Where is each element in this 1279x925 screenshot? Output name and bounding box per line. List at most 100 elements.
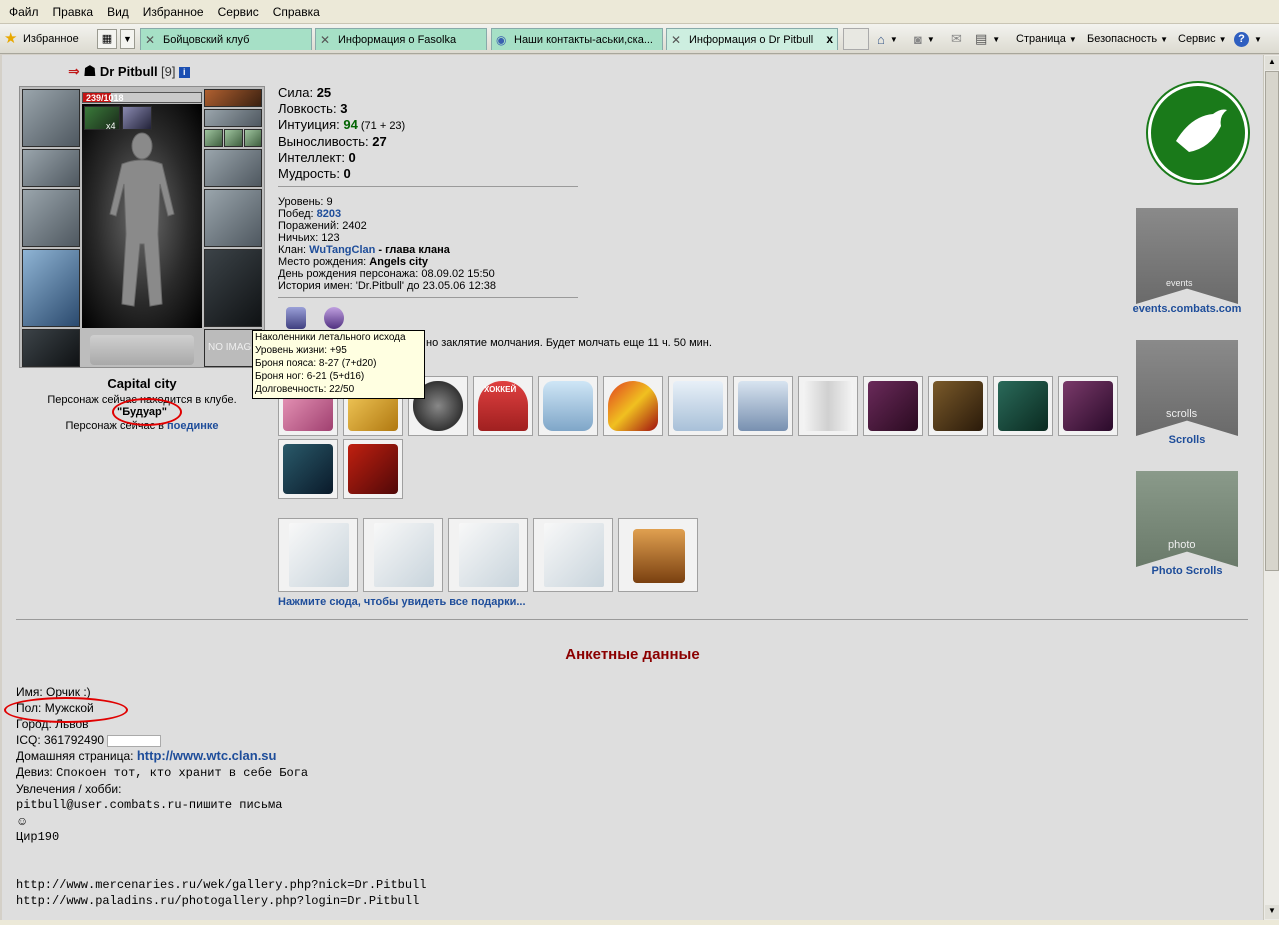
scroll-thumb[interactable] bbox=[1265, 71, 1279, 571]
close-icon[interactable]: x bbox=[826, 32, 833, 46]
battle-link[interactable]: поединке bbox=[167, 420, 219, 432]
help-icon: ? bbox=[1234, 31, 1249, 47]
chevron-down-icon: ▼ bbox=[1218, 34, 1227, 44]
menu-tools[interactable]: Сервис bbox=[211, 5, 266, 19]
rss-icon: ◙ bbox=[914, 31, 922, 47]
gift-item[interactable] bbox=[863, 376, 923, 436]
homepage-link[interactable]: http://www.wtc.clan.su bbox=[137, 748, 277, 763]
amulet-slot[interactable] bbox=[204, 109, 262, 127]
leggings-slot[interactable] bbox=[204, 249, 262, 327]
gift-item[interactable] bbox=[278, 439, 338, 499]
weapon-slot-left[interactable] bbox=[22, 189, 80, 247]
clan-icon: ☗ bbox=[83, 63, 97, 80]
security-menu[interactable]: Безопасность ▼ bbox=[1087, 30, 1168, 48]
scroll-up-icon[interactable]: ▲ bbox=[1265, 56, 1279, 70]
gift-item[interactable] bbox=[538, 376, 598, 436]
gift-item[interactable] bbox=[798, 376, 858, 436]
feeds-button[interactable]: ◙ ▼ bbox=[914, 30, 935, 48]
photo-scrolls-banner[interactable]: photo bbox=[1136, 471, 1238, 567]
tools-menu[interactable]: Сервис ▼ bbox=[1178, 30, 1227, 48]
info-clan: Клан: WuTangClan - глава клана bbox=[278, 244, 496, 256]
gift-item[interactable] bbox=[668, 376, 728, 436]
gift-item[interactable] bbox=[603, 376, 663, 436]
stat-value: 94 bbox=[343, 117, 358, 132]
scrolls-banner[interactable]: scrolls bbox=[1136, 340, 1238, 436]
goat-logo[interactable] bbox=[1148, 83, 1248, 183]
gift-card[interactable] bbox=[363, 518, 443, 592]
clan-role: - глава клана bbox=[375, 244, 450, 256]
belt-slot[interactable] bbox=[22, 329, 80, 367]
tab-contacts[interactable]: ◉ Наши контакты-аськи,ска... bbox=[491, 28, 663, 50]
clan-link[interactable]: WuTangClan bbox=[309, 244, 375, 256]
stat-value: 25 bbox=[316, 85, 332, 100]
quick-tabs-button[interactable]: ▦ bbox=[97, 29, 117, 49]
birthplace-value: Angels city bbox=[369, 256, 428, 268]
profile-email: pitbull@user.combats.ru-пишите письма bbox=[16, 798, 283, 812]
gift-card[interactable] bbox=[448, 518, 528, 592]
page-content: ⇒ ☗ Dr Pitbull [9] i 239/1018 x4 NO IMAG… bbox=[2, 55, 1263, 920]
stat-endurance: Выносливость: 27 bbox=[278, 134, 405, 150]
gift-item[interactable] bbox=[928, 376, 988, 436]
scrolls-link[interactable]: Scrolls bbox=[1120, 434, 1254, 446]
menu-edit[interactable]: Правка bbox=[46, 5, 101, 19]
gloves-slot[interactable] bbox=[204, 149, 262, 187]
events-link[interactable]: events.combats.com bbox=[1120, 303, 1254, 315]
weapon-slot-right[interactable] bbox=[204, 189, 262, 247]
page-menu-label: Страница bbox=[1016, 33, 1066, 45]
events-banner[interactable]: events bbox=[1136, 208, 1238, 304]
all-gifts-link[interactable]: Нажмите сюда, чтобы увидеть все подарки.… bbox=[278, 596, 526, 608]
armor-slot[interactable] bbox=[22, 249, 80, 327]
menu-favorites[interactable]: Избранное bbox=[136, 5, 211, 19]
stat-value: 0 bbox=[348, 150, 356, 165]
profile-link-2[interactable]: http://www.paladins.ru/photogallery.php?… bbox=[16, 893, 426, 909]
menu-bar: Файл Правка Вид Избранное Сервис Справка bbox=[0, 0, 1279, 24]
tab-fight-club[interactable]: ✕ Бойцовский клуб bbox=[140, 28, 312, 50]
scroll-down-icon[interactable]: ▼ bbox=[1265, 905, 1279, 919]
helmet-slot[interactable] bbox=[22, 89, 80, 147]
badge-icon[interactable] bbox=[324, 307, 344, 329]
help-button[interactable]: ? ▼ bbox=[1234, 30, 1262, 48]
gift-card[interactable] bbox=[278, 518, 358, 592]
ring-slot-2[interactable] bbox=[224, 129, 243, 147]
menu-view[interactable]: Вид bbox=[100, 5, 136, 19]
page-menu[interactable]: Страница ▼ bbox=[1016, 30, 1077, 48]
info-icon[interactable]: i bbox=[178, 67, 190, 79]
profile-link-1[interactable]: http://www.mercenaries.ru/wek/gallery.ph… bbox=[16, 877, 426, 893]
tab-info-fasolka[interactable]: ✕ Информация о Fasolka bbox=[315, 28, 487, 50]
gift-item[interactable] bbox=[993, 376, 1053, 436]
menu-help[interactable]: Справка bbox=[266, 5, 327, 19]
gift-item[interactable] bbox=[1058, 376, 1118, 436]
favorites-button[interactable]: ★ Избранное bbox=[4, 30, 79, 48]
tab-list-button[interactable]: ▼ bbox=[120, 29, 135, 49]
arrow-right-icon[interactable]: ⇒ bbox=[68, 63, 80, 79]
item-tooltip: Наколенники летального исхода Уровень жи… bbox=[252, 330, 425, 399]
stats-list: Сила: 25 Ловкость: 3 Интуиция: 94 (71 + … bbox=[278, 85, 405, 182]
gift-item[interactable] bbox=[343, 439, 403, 499]
tab-info-dr-pitbull[interactable]: ✕ Информация о Dr Pitbull x bbox=[666, 28, 838, 50]
gift-chest[interactable] bbox=[618, 518, 698, 592]
photo-scrolls-link[interactable]: Photo Scrolls bbox=[1120, 565, 1254, 577]
earrings-slot[interactable] bbox=[204, 89, 262, 107]
wins-link[interactable]: 8203 bbox=[317, 208, 341, 220]
swords-icon: ✕ bbox=[320, 32, 331, 47]
mail-button[interactable]: ✉ bbox=[951, 30, 964, 48]
gift-item[interactable]: ХОККЕЙ bbox=[473, 376, 533, 436]
gift-item[interactable] bbox=[733, 376, 793, 436]
all-gifts-link-text[interactable]: Нажмите сюда, чтобы увидеть все подарки.… bbox=[278, 596, 526, 608]
info-level: Уровень: 9 bbox=[278, 196, 333, 208]
icq-status-box bbox=[107, 734, 162, 747]
vertical-scrollbar[interactable]: ▲ ▼ bbox=[1263, 55, 1279, 920]
ring-slot-1[interactable] bbox=[204, 129, 223, 147]
print-button[interactable]: ▤ ▼ bbox=[975, 30, 1000, 48]
stat-intuition: Интуиция: 94 (71 + 23) bbox=[278, 117, 405, 134]
gift-card[interactable] bbox=[533, 518, 613, 592]
info-losses: Поражений: 2402 bbox=[278, 220, 367, 232]
bracers-slot[interactable] bbox=[22, 149, 80, 187]
menu-file[interactable]: Файл bbox=[2, 5, 46, 19]
new-tab-button[interactable] bbox=[843, 28, 869, 50]
homepage-label: Домашняя страница: bbox=[16, 749, 137, 763]
badge-icon[interactable] bbox=[286, 307, 306, 329]
ring-slot-3[interactable] bbox=[244, 129, 262, 147]
rune-slot-2[interactable] bbox=[122, 106, 152, 130]
home-button[interactable]: ⌂ ▼ bbox=[877, 30, 898, 48]
